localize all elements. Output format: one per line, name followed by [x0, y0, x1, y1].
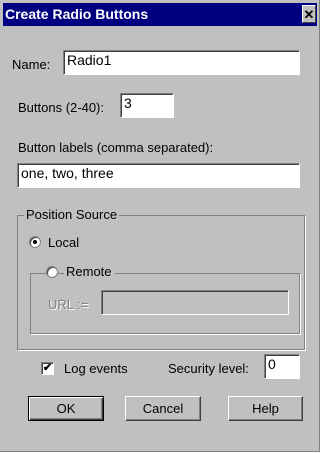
remote-radio-label[interactable]: Remote — [64, 264, 115, 279]
button-labels-label: Button labels (comma separated): — [18, 140, 214, 155]
local-radio-label[interactable]: Local — [48, 235, 79, 250]
ok-button[interactable]: OK — [28, 396, 104, 421]
check-icon: ✔ — [42, 362, 53, 374]
local-radio[interactable] — [29, 236, 41, 248]
buttons-count-label: Buttons (2-40): — [18, 100, 104, 115]
close-icon: ✕ — [303, 7, 315, 22]
local-radio-selected-dot — [33, 240, 37, 244]
url-field[interactable] — [101, 290, 289, 315]
title-bar[interactable]: Create Radio Buttons ✕ — [3, 3, 317, 26]
remote-radio[interactable] — [46, 266, 58, 278]
button-labels-field[interactable]: one, two, three — [17, 163, 300, 188]
name-field[interactable]: Radio1 — [63, 50, 300, 75]
cancel-button[interactable]: Cancel — [125, 396, 201, 421]
name-label: Name: — [12, 57, 51, 72]
url-label: URL := — [48, 297, 89, 312]
log-events-checkbox[interactable]: ✔ — [41, 362, 54, 375]
buttons-count-field[interactable]: 3 — [120, 93, 174, 118]
log-events-label[interactable]: Log events — [64, 361, 128, 376]
close-button[interactable]: ✕ — [302, 5, 316, 23]
security-level-field[interactable]: 0 — [264, 354, 300, 379]
dialog-title: Create Radio Buttons — [5, 6, 149, 22]
help-button[interactable]: Help — [228, 396, 303, 421]
security-level-label: Security level: — [168, 361, 249, 376]
create-radio-buttons-dialog: Create Radio Buttons ✕ Name: Radio1 Butt… — [0, 0, 320, 452]
position-source-legend: Position Source — [24, 207, 120, 222]
